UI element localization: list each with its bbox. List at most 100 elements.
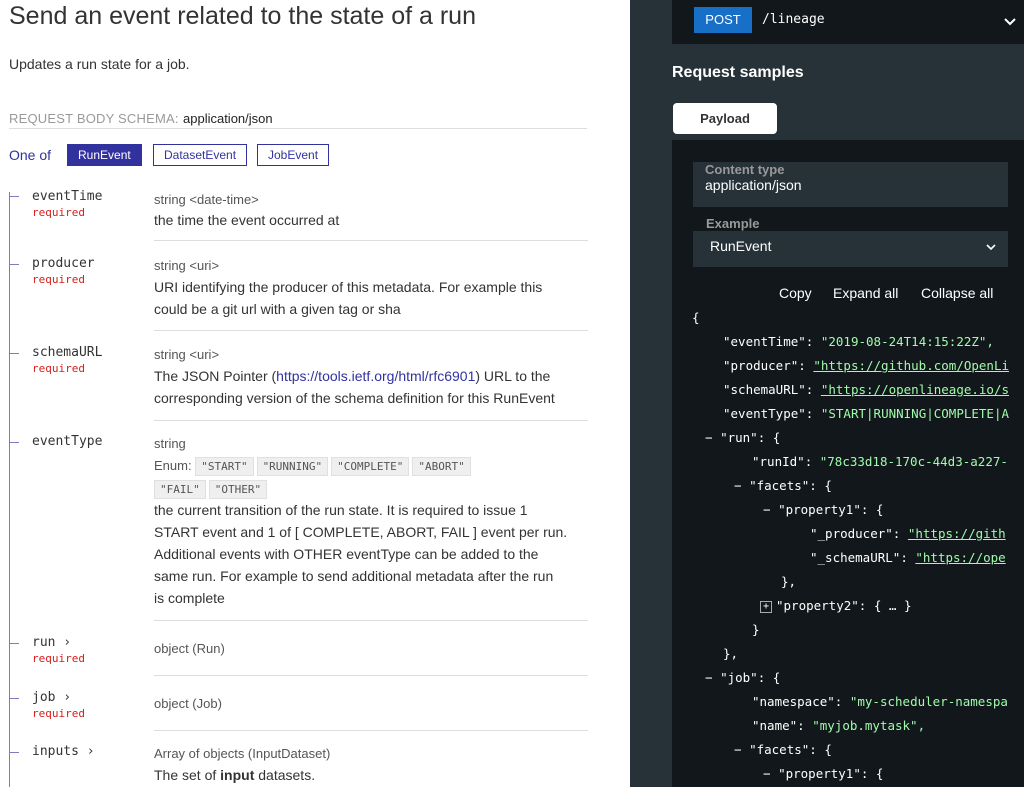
- runevent-option-button[interactable]: RunEvent: [67, 144, 142, 166]
- text-fragment: ) URL to the: [475, 368, 551, 384]
- collapse-toggle-icon[interactable]: −: [734, 742, 742, 757]
- example-selected-value: RunEvent: [710, 238, 772, 254]
- collapse-toggle-icon[interactable]: −: [705, 670, 713, 685]
- example-select[interactable]: RunEvent: [693, 231, 1008, 267]
- property-schemaurl: schemaURL required string <uri> The JSON…: [0, 343, 588, 421]
- json-key: "eventType": [723, 406, 806, 421]
- json-line: "runId": "78c33d18-170c-44d3-a227-: [752, 454, 1008, 469]
- json-line: − "run": {: [705, 430, 780, 445]
- property-divider: [154, 730, 588, 731]
- endpoint-bar[interactable]: POST /lineage: [672, 0, 1024, 44]
- collapse-toggle-icon[interactable]: −: [763, 766, 771, 781]
- json-brace: {: [875, 766, 884, 781]
- property-type: object (Run): [154, 641, 225, 656]
- json-key: "facets": [749, 478, 810, 493]
- enum-values: Enum: "START" "RUNNING" "COMPLETE" "ABORT": [154, 457, 474, 476]
- property-type: Array of objects (InputDataset): [154, 746, 331, 761]
- json-value: "START|RUNNING|COMPLETE|A: [820, 406, 1010, 421]
- chevron-down-icon[interactable]: [1004, 14, 1016, 29]
- property-type: string <date-time>: [154, 192, 259, 207]
- property-name-expandable[interactable]: job ›: [32, 690, 71, 705]
- http-method-badge: POST: [694, 7, 752, 33]
- json-key: "name": [752, 718, 798, 733]
- collapse-toggle-icon[interactable]: −: [734, 478, 742, 493]
- json-line: + "property2": { … }: [760, 598, 912, 613]
- property-divider: [154, 675, 588, 676]
- property-name: schemaURL: [32, 345, 103, 360]
- request-samples-title: Request samples: [672, 64, 804, 81]
- collapse-toggle-icon[interactable]: −: [705, 430, 713, 445]
- page-title: Send an event related to the state of a …: [9, 2, 476, 30]
- json-line: − "property1": {: [763, 766, 883, 781]
- json-line: "_schemaURL": "https://ope: [810, 550, 1006, 565]
- json-line: }: [752, 622, 760, 637]
- json-link-value[interactable]: "https://ope: [915, 550, 1005, 565]
- content-type-box: Content type application/json: [693, 162, 1008, 207]
- tree-tick: [9, 698, 19, 699]
- json-colon: :: [900, 550, 916, 565]
- json-colon: :: [805, 406, 821, 421]
- json-line: − "facets": {: [734, 478, 832, 493]
- property-type: string: [154, 436, 186, 451]
- property-job[interactable]: job › required object (Job): [0, 688, 588, 731]
- json-line: },: [781, 574, 797, 589]
- json-collapsed-value[interactable]: { … }: [874, 598, 912, 613]
- json-link-value[interactable]: "https://gith: [908, 526, 1006, 541]
- property-divider: [154, 330, 588, 331]
- property-eventtype: eventType string Enum: "START" "RUNNING" "…: [0, 432, 588, 621]
- json-value: "78c33d18-170c-44d3-a227-: [819, 454, 1008, 469]
- expand-all-button[interactable]: Expand all: [833, 285, 898, 301]
- json-colon: :: [757, 430, 773, 445]
- json-colon: :: [797, 718, 813, 733]
- json-sample: { "eventTime": "2019-08-24T14:15:22Z", "…: [630, 0, 1009, 781]
- enum-chip: "RUNNING": [256, 457, 329, 476]
- datasetevent-option-button[interactable]: DatasetEvent: [153, 144, 248, 166]
- json-value: "myjob.mytask",: [812, 718, 926, 733]
- jobevent-option-button[interactable]: JobEvent: [257, 144, 330, 166]
- tree-tick: [9, 353, 19, 354]
- property-description-line: Additional events with OTHER eventType c…: [154, 546, 539, 562]
- property-description-line: could be a git url with a given tag or s…: [154, 301, 401, 317]
- example-label: Example: [706, 216, 760, 231]
- collapse-all-button[interactable]: Collapse all: [921, 285, 993, 301]
- json-colon: :: [834, 694, 850, 709]
- chevron-down-icon: [986, 240, 996, 254]
- property-description-line: URI identifying the producer of this met…: [154, 279, 543, 295]
- required-label: required: [32, 707, 85, 720]
- property-producer: producer required string <uri> URI ident…: [0, 254, 588, 331]
- endpoint-description: Updates a run state for a job.: [9, 56, 190, 72]
- tree-tick: [9, 752, 19, 753]
- property-run[interactable]: run › required object (Run): [0, 633, 588, 676]
- json-key: "property1": [778, 766, 861, 781]
- json-key: "property2": [776, 598, 859, 613]
- json-line: "namespace": "my-scheduler-namespa: [752, 694, 1008, 709]
- json-brace: {: [824, 742, 832, 757]
- tab-payload[interactable]: Payload: [673, 103, 777, 134]
- json-colon: :: [860, 502, 876, 517]
- enum-chip: "OTHER": [208, 480, 268, 499]
- collapse-toggle-icon[interactable]: −: [763, 502, 771, 517]
- property-divider: [154, 240, 588, 241]
- property-name-expandable[interactable]: inputs ›: [32, 744, 95, 759]
- property-name: eventType: [32, 434, 103, 449]
- enum-chip: "COMPLETE": [331, 457, 410, 476]
- one-of-label: One of: [9, 147, 52, 163]
- copy-button[interactable]: Copy: [779, 285, 812, 301]
- property-description: the time the event occurred at: [154, 212, 340, 228]
- tree-tick: [9, 264, 19, 265]
- tree-tick: [9, 196, 19, 197]
- property-description-line: same run. For example to send additional…: [154, 568, 554, 584]
- json-link-value[interactable]: "https://openlineage.io/s: [821, 382, 1009, 397]
- json-colon: :: [757, 670, 773, 685]
- endpoint-path: /lineage: [762, 12, 825, 27]
- property-inputs[interactable]: inputs › Array of objects (InputDataset)…: [0, 742, 588, 787]
- json-key: "job": [720, 670, 758, 685]
- json-value: "2019-08-24T14:15:22Z",: [820, 334, 994, 349]
- property-name-expandable[interactable]: run ›: [32, 635, 71, 650]
- content-type-value: application/json: [705, 177, 802, 193]
- property-divider: [154, 620, 588, 621]
- expand-toggle-icon[interactable]: +: [760, 600, 772, 613]
- json-link-value[interactable]: "https://github.com/OpenLi: [813, 358, 1009, 373]
- rfc6901-link[interactable]: https://tools.ietf.org/html/rfc6901: [276, 368, 475, 384]
- json-colon: :: [804, 454, 820, 469]
